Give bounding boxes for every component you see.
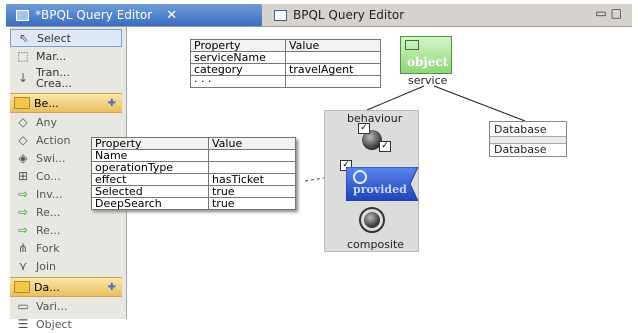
join-icon: ⋎	[18, 259, 28, 273]
folder-icon	[14, 281, 30, 293]
palette-transition-tool[interactable]: ↓ Tran... Crea...	[10, 65, 122, 91]
provided-node[interactable]: provided	[345, 166, 419, 202]
value-cell[interactable]: true	[208, 197, 296, 210]
column-header: Property	[190, 39, 286, 52]
drawer-data[interactable]: Da... ✚	[10, 277, 122, 297]
palette-variable[interactable]: ▭ Vari...	[10, 297, 122, 315]
action-icon: ◇	[18, 133, 28, 147]
object-glyph-icon	[405, 40, 419, 50]
editor-window: *BPQL Query Editor ✕ BPQL Query Editor ▭…	[0, 0, 638, 331]
edge-checkbox[interactable]: ✓	[379, 141, 391, 152]
object-label: object	[407, 55, 449, 69]
minimize-icon[interactable]: ▭	[595, 6, 610, 20]
service-properties-table: Property Value serviceName category trav…	[190, 39, 381, 88]
editor-file-icon	[274, 9, 287, 21]
table-row[interactable]: Selected true	[91, 185, 296, 198]
composite-label: composite	[347, 238, 405, 251]
table-row[interactable]: Name	[91, 149, 296, 162]
value-cell[interactable]: hasTicket	[208, 173, 296, 186]
editor-tab-bar: *BPQL Query Editor ✕ BPQL Query Editor ▭…	[6, 4, 632, 27]
table-row[interactable]: · · ·	[190, 75, 381, 88]
database-label: Database	[494, 123, 547, 136]
invoke-icon: ⇨	[17, 187, 29, 201]
transition-arrow-icon: ↓	[17, 71, 29, 85]
column-header: Value	[285, 39, 381, 52]
maximize-icon[interactable]: □	[611, 6, 626, 20]
variable-icon: ▭	[17, 299, 29, 313]
provided-label: provided	[353, 183, 407, 196]
property-cell: operationType	[91, 161, 209, 174]
composite-icon: ⊞	[17, 169, 29, 183]
pin-icon[interactable]: ✚	[108, 282, 116, 293]
marquee-icon: ⬚	[17, 49, 29, 63]
tab-label: *BPQL Query Editor	[35, 8, 153, 22]
database-label: Database	[494, 143, 547, 156]
property-cell: category	[190, 63, 286, 76]
value-cell[interactable]	[285, 51, 381, 64]
property-cell: Name	[91, 149, 209, 162]
palette-marquee-tool[interactable]: ⬚ Mar...	[10, 47, 122, 65]
table-row[interactable]: DeepSearch true	[91, 197, 296, 210]
receive-icon: ⇨	[17, 205, 29, 219]
drawer-label: Da...	[34, 280, 60, 294]
behaviour-label: behaviour	[347, 112, 403, 125]
drawer-behaviour[interactable]: Be... ✚	[10, 93, 122, 113]
service-object-node[interactable]: object	[400, 36, 452, 74]
arrow-cursor-icon: ⇖	[18, 31, 30, 45]
table-header-row: Property Value	[91, 137, 296, 150]
diagram-canvas[interactable]: Property Value serviceName category trav…	[91, 27, 630, 319]
column-header: Value	[208, 137, 296, 150]
start-checkbox[interactable]: ✓	[358, 123, 370, 134]
palette-reply[interactable]: ⇨ Re...	[10, 221, 122, 239]
table-row[interactable]: serviceName	[190, 51, 381, 64]
table-row[interactable]: effect hasTicket	[91, 173, 296, 186]
property-cell: · · ·	[190, 75, 286, 88]
switch-icon: ◈	[18, 151, 28, 165]
close-icon[interactable]: ✕	[166, 8, 177, 23]
any-icon: ◇	[18, 115, 28, 129]
property-cell: DeepSearch	[91, 197, 209, 210]
window-controls: ▭□	[595, 6, 626, 20]
palette-fork[interactable]: ⋔ Fork	[10, 239, 122, 257]
value-cell[interactable]	[208, 149, 296, 162]
property-cell: serviceName	[190, 51, 286, 64]
folder-icon	[14, 97, 30, 109]
palette-any[interactable]: ◇ Any	[10, 113, 122, 131]
value-cell[interactable]	[208, 161, 296, 174]
property-cell: Selected	[91, 185, 209, 198]
value-cell[interactable]	[285, 75, 381, 88]
column-header: Property	[91, 137, 209, 150]
tab-label: BPQL Query Editor	[293, 8, 405, 22]
table-row[interactable]: operationType	[91, 161, 296, 174]
table-row[interactable]: category travelAgent	[190, 63, 381, 76]
value-cell[interactable]: true	[208, 185, 296, 198]
tab-bpql-editor[interactable]: BPQL Query Editor	[264, 4, 474, 26]
drawer-label: Be...	[34, 96, 59, 110]
fork-icon: ⋔	[17, 241, 29, 255]
value-cell[interactable]: travelAgent	[285, 63, 381, 76]
pin-icon[interactable]: ✚	[108, 98, 116, 109]
editor-file-icon	[16, 9, 29, 21]
palette-select-tool[interactable]: ⇖ Select	[10, 29, 122, 47]
object-icon: ☰	[17, 317, 29, 331]
palette-object[interactable]: ☰ Object	[10, 315, 122, 333]
tab-bpql-editor-dirty[interactable]: *BPQL Query Editor ✕	[6, 4, 262, 26]
node-properties-table: Property Value Name operationType effect…	[91, 137, 296, 210]
reply-icon: ⇨	[17, 223, 29, 237]
palette-join[interactable]: ⋎ Join	[10, 257, 122, 275]
database-node[interactable]: Database Database	[489, 121, 567, 157]
service-label: service	[408, 74, 448, 87]
property-cell: effect	[91, 173, 209, 186]
table-header-row: Property Value	[190, 39, 381, 52]
